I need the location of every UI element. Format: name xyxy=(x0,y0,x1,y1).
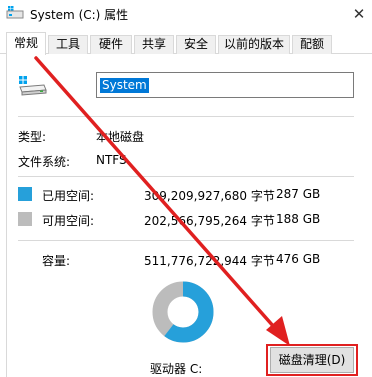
filesystem-label: 文件系统: xyxy=(18,155,71,169)
filesystem-value: NTFS xyxy=(96,153,127,167)
disk-cleanup-button[interactable]: 磁盘清理(D) xyxy=(270,347,354,373)
used-space-swatch xyxy=(18,187,32,201)
tab-security[interactable]: 安全 xyxy=(176,35,216,54)
used-space-bytes: 309,209,927,680 字节 xyxy=(144,189,275,203)
tab-hardware[interactable]: 硬件 xyxy=(90,35,132,54)
close-button[interactable]: ✕ xyxy=(346,0,372,28)
drive-icon xyxy=(6,6,24,19)
divider xyxy=(18,116,354,117)
free-space-swatch xyxy=(18,212,32,226)
free-space-label: 可用空间: xyxy=(42,214,95,228)
type-label: 类型: xyxy=(18,130,47,144)
tab-previous-versions[interactable]: 以前的版本 xyxy=(218,35,290,54)
drive-icon xyxy=(19,76,47,96)
used-space-size: 287 GB xyxy=(276,187,321,201)
capacity-size: 476 GB xyxy=(276,252,321,266)
drive-label: 驱动器 C: xyxy=(150,362,203,376)
disk-usage-donut xyxy=(152,281,214,343)
free-space-size: 188 GB xyxy=(276,212,321,226)
drive-name-value[interactable]: System xyxy=(100,78,149,93)
free-space-bytes: 202,566,795,264 字节 xyxy=(144,214,275,228)
tab-strip: 常规 工具 硬件 共享 安全 以前的版本 配额 xyxy=(0,32,372,55)
type-value: 本地磁盘 xyxy=(96,130,145,144)
tab-quota[interactable]: 配额 xyxy=(292,35,332,54)
divider xyxy=(18,176,354,177)
tab-sharing[interactable]: 共享 xyxy=(134,35,174,54)
drive-name-field[interactable]: System xyxy=(96,72,354,98)
capacity-bytes: 511,776,722,944 字节 xyxy=(144,254,275,268)
tab-tools[interactable]: 工具 xyxy=(48,35,88,54)
used-space-label: 已用空间: xyxy=(42,189,95,203)
title-bar: System (C:) 属性 ✕ xyxy=(0,0,372,28)
capacity-label: 容量: xyxy=(42,254,71,268)
window-title: System (C:) 属性 xyxy=(30,8,129,22)
divider xyxy=(18,240,354,241)
tab-general[interactable]: 常规 xyxy=(6,32,46,55)
